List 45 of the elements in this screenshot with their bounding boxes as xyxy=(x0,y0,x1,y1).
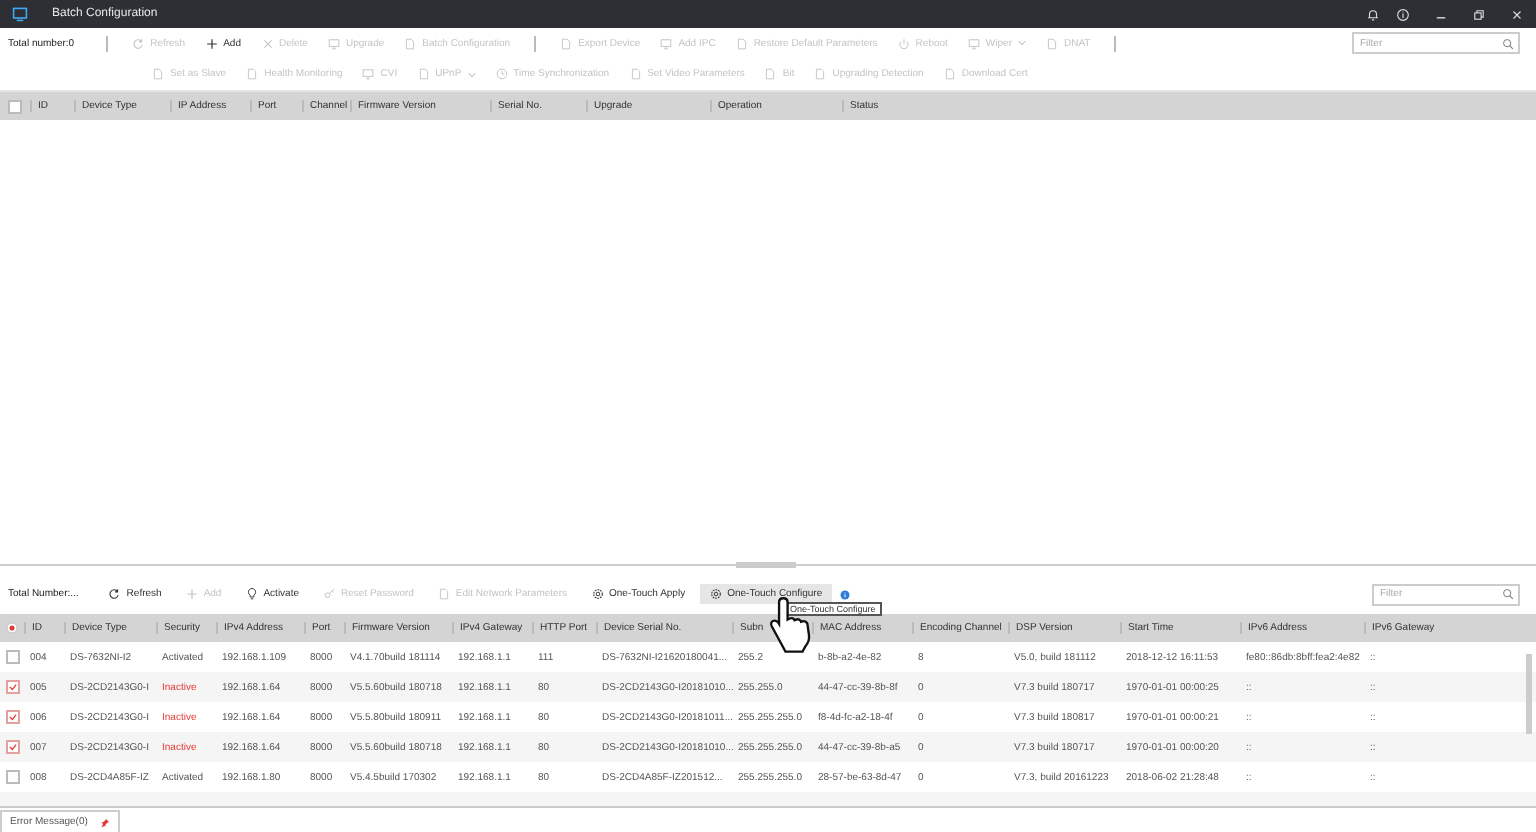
document-icon xyxy=(437,588,450,600)
document-icon xyxy=(1045,37,1058,49)
document-icon xyxy=(246,68,259,80)
document-icon xyxy=(764,68,777,80)
document-icon xyxy=(152,68,164,80)
search-icon xyxy=(1502,37,1514,49)
plus-icon xyxy=(185,588,198,600)
row-checkbox[interactable] xyxy=(6,710,20,724)
refresh-icon xyxy=(108,588,121,600)
search-icon xyxy=(1502,588,1514,600)
monitor-icon xyxy=(967,37,980,49)
monitor-icon xyxy=(327,37,340,49)
row-checkbox[interactable] xyxy=(6,680,20,694)
document-icon xyxy=(943,68,956,80)
info-icon[interactable] xyxy=(1396,7,1410,21)
row-checkbox[interactable] xyxy=(6,650,20,664)
monitor-icon xyxy=(362,68,375,80)
row-checkbox[interactable] xyxy=(6,740,20,754)
row-checkbox[interactable] xyxy=(6,770,20,784)
gear-icon xyxy=(591,588,603,600)
close-icon[interactable] xyxy=(1510,7,1524,21)
gear-icon xyxy=(709,588,722,600)
info-icon[interactable] xyxy=(840,589,851,599)
document-icon xyxy=(404,37,417,49)
select-all-checkbox[interactable] xyxy=(6,622,18,634)
pin-icon xyxy=(99,817,110,827)
caret-icon xyxy=(1017,40,1026,46)
document-icon xyxy=(735,37,748,49)
plus-icon xyxy=(205,37,218,49)
caret-icon xyxy=(467,71,476,77)
document-icon xyxy=(417,68,430,80)
bell-icon[interactable] xyxy=(1366,7,1380,21)
bulb-icon xyxy=(245,588,258,600)
app-logo-icon xyxy=(12,6,28,22)
document-icon xyxy=(629,68,642,80)
document-icon xyxy=(560,37,573,49)
key-icon xyxy=(323,588,336,600)
clock-icon xyxy=(495,68,508,80)
document-icon xyxy=(814,68,827,80)
restore-icon[interactable] xyxy=(1472,7,1486,21)
refresh-icon xyxy=(132,37,145,49)
monitor-icon xyxy=(660,37,673,49)
close-icon xyxy=(261,37,273,49)
power-icon xyxy=(897,37,910,49)
select-all-checkbox[interactable] xyxy=(8,99,22,113)
